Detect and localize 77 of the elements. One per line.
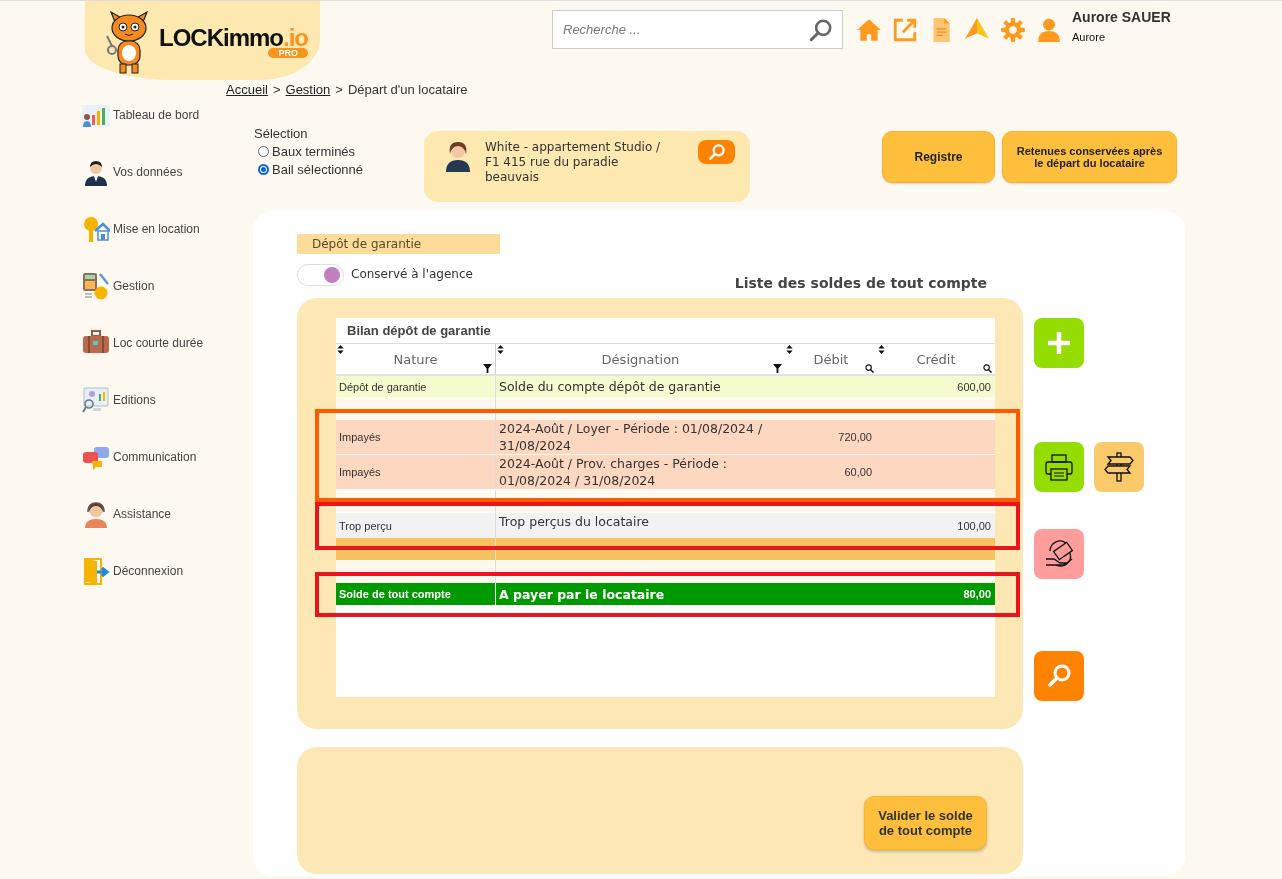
breadcrumb-link[interactable]: Accueil [226,81,268,97]
table-cell: Solde de tout compte [339,588,451,600]
table-cell-text: 2024-Août / Prov. charges - Période : 01/08/2024 / 31/08/2024 [499,455,729,489]
toggle-switch[interactable] [297,264,344,286]
pro-badge: PRO [268,47,308,58]
exit-door-icon [82,556,110,585]
user-name: Aurore SAUER [1072,9,1171,25]
filter-icon [773,364,782,373]
table-cell: Dépôt de garantie [339,380,427,393]
monitor-chart-icon [82,385,110,414]
calculator-coin-icon [82,271,110,300]
breadcrumb-separator: > [272,81,281,97]
table-title: Bilan dépôt de garantie [336,318,995,344]
headset-person-icon [82,499,110,528]
sidebar-item[interactable]: Loc courte durée [82,314,226,371]
signpost-button[interactable] [1094,442,1144,492]
user-icon[interactable] [1036,17,1062,43]
home-icon[interactable] [856,17,882,43]
breadcrumb-separator: > [335,81,343,97]
sidebar-item[interactable]: Vos données [82,143,226,200]
search-icon [865,364,874,373]
list-title: Liste des soldes de tout compte [734,275,987,291]
sort-icon [497,345,504,354]
sort-icon [786,345,793,354]
column-header[interactable]: Crédit [916,351,956,367]
action-button[interactable]: Registre [882,131,995,183]
user-login: Aurore [1072,31,1107,43]
table-cell: 600,00 [957,380,991,393]
table-cell: A payer par le locataire [499,585,665,603]
search-icon [983,364,992,373]
settings-icon[interactable] [1000,17,1026,43]
validate-button[interactable]: Valider le solde de tout compte [864,796,987,850]
table-cell: Impayés [339,431,381,443]
sidebar-item[interactable]: Editions [82,371,226,428]
sidebar-item[interactable]: Gestion [82,257,226,314]
signpost-icon [1102,450,1136,484]
add-button[interactable] [1034,318,1084,368]
table-cell: 60,00 [844,466,872,478]
selection-label: Sélection [254,126,309,141]
refund-button[interactable] [1034,529,1084,579]
sort-icon [337,345,344,354]
print-button[interactable] [1034,442,1084,492]
sort-icon [878,345,885,354]
radio-label: Baux terminés [272,144,356,159]
table-cell: Trop perçus du locataire [499,513,650,530]
sidebar-item[interactable]: Communication [82,428,226,485]
column-header[interactable]: Désignation [601,351,680,367]
table-cell: Solde du compte dépôt de garantie [499,378,721,395]
section-label: Dépôt de garantie [297,234,500,254]
column-header[interactable]: Nature [393,351,438,367]
column-header[interactable]: Débit [813,351,849,367]
table-cell: Trop perçu [339,519,392,532]
external-link-icon[interactable] [892,17,918,43]
tenant-info: White - appartement Studio / F1 415 rue du paradie beauvais [485,140,662,185]
table-cell: 80,00 [963,588,991,600]
key-house-icon [82,214,110,243]
sidebar-item[interactable]: Déconnexion [82,542,226,599]
action-button[interactable]: Retenues conservées après le départ du locataire [1002,131,1177,183]
radio-button[interactable] [258,164,269,175]
sidebar-item[interactable]: Mise en location [82,200,226,257]
table-cell-text: 2024-Août / Loyer - Période : 01/08/2024 / 31/08/2024 [499,420,764,454]
toggle-label: Conservé à l'agence [351,267,473,281]
radio-label: Bail sélectionné [272,162,364,177]
filter-icon [483,364,492,373]
search-icon [706,142,727,162]
search-button[interactable] [698,140,735,164]
breadcrumb-current: Départ d'un locataire [347,81,468,97]
search-input[interactable]: Recherche ... [561,21,808,38]
radio-button[interactable] [258,146,269,157]
search-field[interactable]: Recherche ... [552,10,843,49]
table-cell: Impayés [339,466,381,478]
sidebar-item[interactable]: Tableau de bord [82,86,226,143]
search-button[interactable] [1034,651,1084,701]
table-cell: 100,00 [957,519,991,532]
sidebar-item[interactable]: Assistance [82,485,226,542]
breadcrumb-link[interactable]: Gestion [285,81,331,97]
table-cell: 720,00 [838,431,872,443]
